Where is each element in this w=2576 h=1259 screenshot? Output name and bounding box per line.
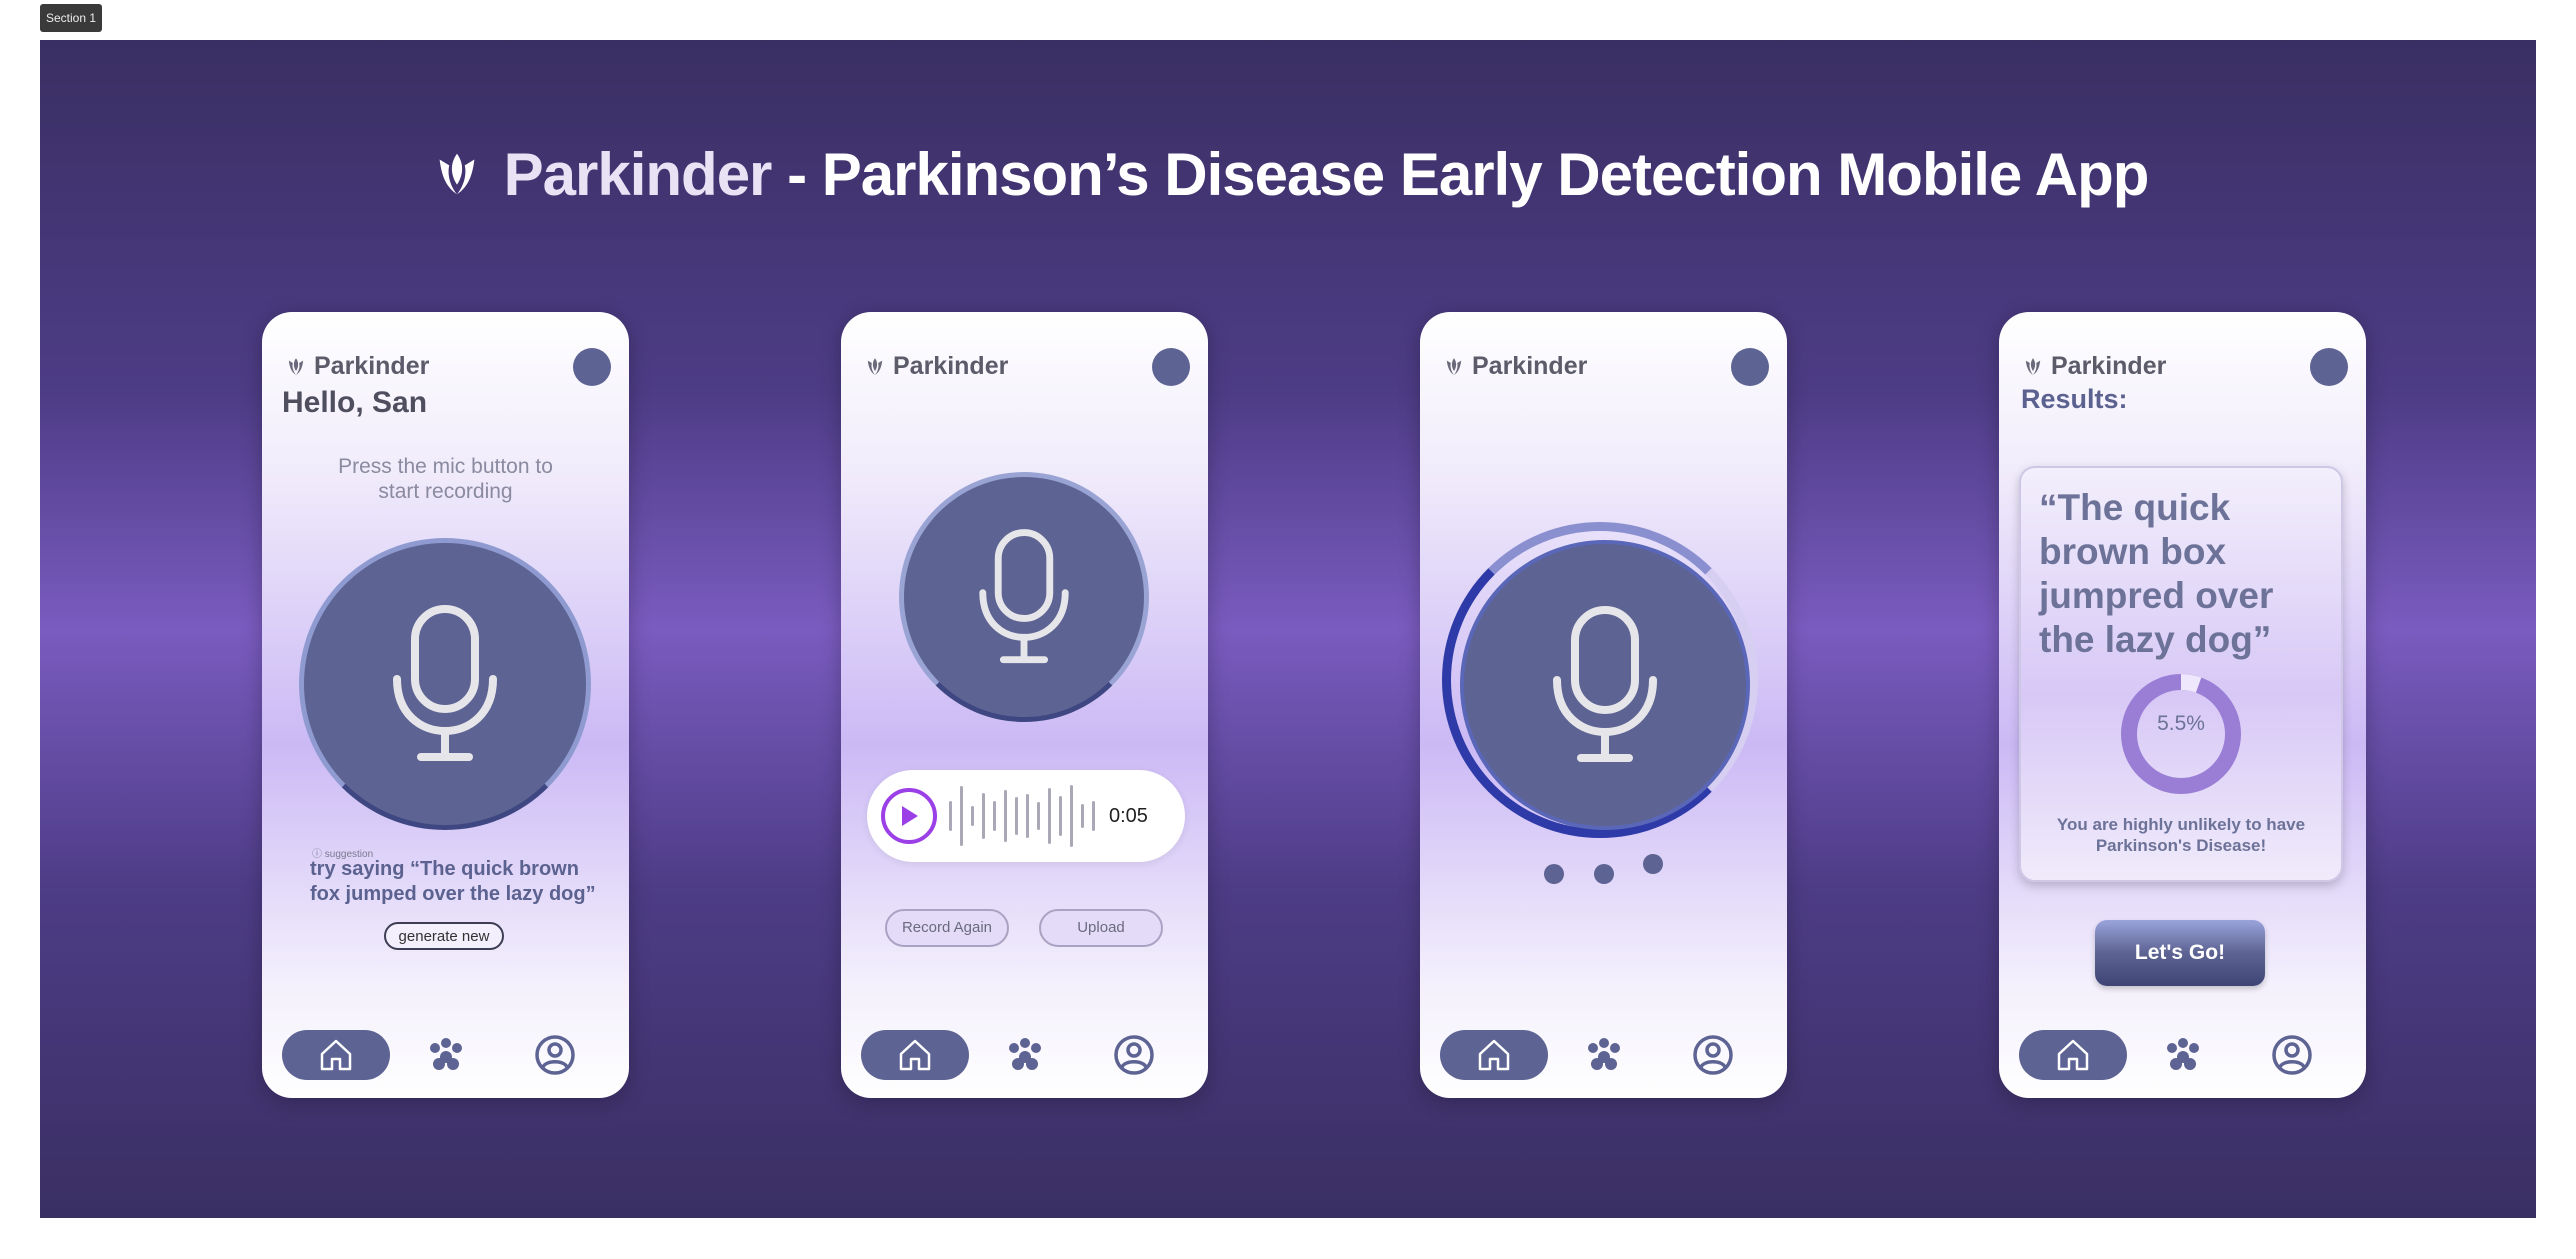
play-icon [902, 806, 918, 826]
home-icon [1478, 1039, 1510, 1071]
tulip-logo-icon [439, 153, 475, 194]
record-again-button[interactable]: Record Again [885, 909, 1009, 947]
loading-dot [1643, 854, 1663, 874]
home-icon [899, 1039, 931, 1071]
loading-dot [1594, 864, 1614, 884]
mic-button[interactable] [899, 472, 1149, 722]
upload-button[interactable]: Upload [1039, 909, 1163, 947]
probability-percent: 5.5% [2157, 712, 2205, 735]
nav-profile[interactable] [1659, 1034, 1767, 1076]
nav-profile[interactable] [2238, 1034, 2346, 1076]
presentation-frame: Parkinder - Parkinson’s Disease Early De… [40, 40, 2536, 1218]
mic-button[interactable] [1460, 540, 1750, 830]
result-quote: “The quick brown box jumpred over the la… [2039, 487, 2274, 660]
avatar[interactable] [2310, 348, 2348, 386]
loading-dot [1544, 864, 1564, 884]
play-button[interactable] [881, 788, 937, 844]
nav-pets[interactable] [2129, 1036, 2237, 1074]
section-label: Section 1 [40, 4, 103, 32]
page-headline: Parkinder - Parkinson’s Disease Early De… [40, 140, 2536, 209]
app-header: Parkinder [863, 352, 1008, 381]
bottom-nav [282, 1030, 609, 1080]
nav-home[interactable] [861, 1030, 969, 1080]
headline-subtitle: - Parkinson’s Disease Early Detection Mo… [771, 141, 2149, 208]
hint-line-1: Press the mic button to [338, 455, 553, 478]
mic-icon [393, 605, 497, 761]
phone-screen-recording: Parkinder [1420, 312, 1787, 1098]
app-name: Parkinder [314, 352, 430, 380]
results-title: Results: [2021, 384, 2128, 414]
phone-screen-results: Parkinder Results: “The quick brown box … [1999, 312, 2366, 1098]
mic-icon [1553, 606, 1657, 762]
bottom-nav [2019, 1030, 2346, 1080]
mic-icon [979, 529, 1069, 664]
app-header: Parkinder [284, 352, 429, 381]
home-icon [2057, 1039, 2089, 1071]
nav-profile[interactable] [1080, 1034, 1188, 1076]
home-icon [320, 1039, 352, 1071]
paw-icon [1587, 1038, 1620, 1070]
phone-screen-playback: Parkinder 0:05 Record Again Upload [841, 312, 1208, 1098]
profile-icon [1114, 1035, 1154, 1075]
bottom-nav [1440, 1030, 1767, 1080]
paw-icon [429, 1038, 462, 1070]
paw-icon [1008, 1038, 1041, 1070]
profile-icon [535, 1035, 575, 1075]
tulip-logo-icon [867, 357, 883, 375]
nav-home[interactable] [282, 1030, 390, 1080]
nav-pets[interactable] [392, 1036, 500, 1074]
profile-icon [2272, 1035, 2312, 1075]
playback-time: 0:05 [1109, 804, 1148, 827]
avatar[interactable] [1152, 348, 1190, 386]
avatar[interactable] [1731, 348, 1769, 386]
app-header: Parkinder [2021, 352, 2166, 381]
mic-button[interactable] [299, 538, 591, 830]
generate-new-button[interactable]: generate new [384, 922, 504, 950]
app-name: Parkinder [1472, 352, 1588, 380]
headline-brand: Parkinder [503, 141, 773, 208]
avatar[interactable] [573, 348, 611, 386]
suggestion-text: try saying “The quick brown fox jumped o… [310, 858, 596, 905]
result-verdict: You are highly unlikely to have Parkinso… [2056, 815, 2306, 855]
app-header: Parkinder [1442, 352, 1587, 381]
tulip-logo-icon [288, 357, 304, 375]
tulip-logo-icon [2025, 357, 2041, 375]
greeting: Hello, San [282, 386, 428, 419]
lets-go-button[interactable]: Let's Go! [2095, 920, 2265, 986]
bottom-nav [861, 1030, 1188, 1080]
nav-pets[interactable] [1550, 1036, 1658, 1074]
nav-profile[interactable] [501, 1034, 609, 1076]
app-name: Parkinder [2051, 352, 2167, 380]
profile-icon [1693, 1035, 1733, 1075]
nav-home[interactable] [2019, 1030, 2127, 1080]
hint-line-2: start recording [378, 480, 513, 503]
result-card: “The quick brown box jumpred over the la… [2019, 466, 2343, 882]
tulip-logo-icon [1446, 357, 1462, 375]
audio-player: 0:05 [867, 770, 1185, 862]
record-hint: Press the mic button to start recording [262, 454, 629, 504]
nav-home[interactable] [1440, 1030, 1548, 1080]
phone-screen-home: Parkinder Hello, San Press the mic butto… [262, 312, 629, 1098]
audio-waveform[interactable] [949, 781, 1095, 851]
app-name: Parkinder [893, 352, 1009, 380]
paw-icon [2166, 1038, 2199, 1070]
nav-pets[interactable] [971, 1036, 1079, 1074]
